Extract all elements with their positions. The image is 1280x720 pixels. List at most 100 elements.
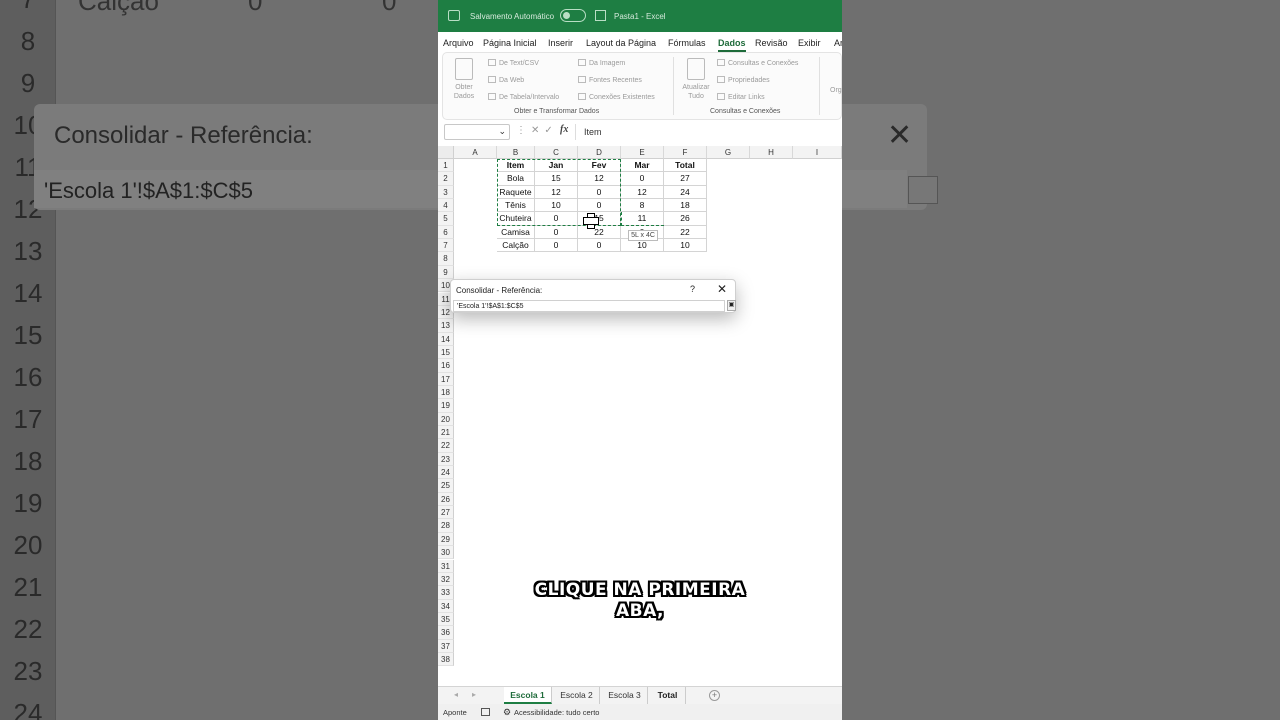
row-header[interactable]: 29 xyxy=(438,532,454,547)
tab-overflow[interactable]: Ar xyxy=(834,38,842,48)
table-cell[interactable]: 11 xyxy=(621,212,664,226)
table-cell[interactable]: 26 xyxy=(664,212,707,226)
column-header[interactable]: D xyxy=(578,146,621,159)
table-cell[interactable]: 27 xyxy=(664,172,707,186)
row-header[interactable]: 15 xyxy=(438,345,454,360)
row-header[interactable]: 1 xyxy=(438,159,454,173)
row-header[interactable]: 31 xyxy=(438,559,454,573)
column-header[interactable]: B xyxy=(497,146,535,159)
table-cell[interactable]: Raquete xyxy=(497,185,535,200)
fx-icon[interactable]: fx xyxy=(560,124,568,135)
table-cell[interactable]: Jan xyxy=(535,159,578,173)
table-cell[interactable]: 22 xyxy=(578,225,621,240)
table-cell[interactable]: 22 xyxy=(664,225,707,240)
de-text-csv-button[interactable]: De Text/CSV xyxy=(488,59,539,67)
editar-links-button[interactable]: Editar Links xyxy=(717,93,765,101)
row-header[interactable]: 38 xyxy=(438,652,454,667)
expand-dialog-icon[interactable]: ▣ xyxy=(727,300,736,311)
table-cell[interactable]: 0 xyxy=(578,239,621,253)
close-icon[interactable]: ✕ xyxy=(717,282,727,296)
table-cell[interactable]: 10 xyxy=(664,239,707,253)
tab-formulas[interactable]: Fórmulas xyxy=(668,38,706,48)
add-sheet-icon[interactable]: + xyxy=(709,690,720,701)
table-cell[interactable]: 12 xyxy=(535,185,578,200)
name-box[interactable]: ⌄ xyxy=(444,124,510,140)
table-cell[interactable]: Fev xyxy=(578,159,621,173)
table-cell[interactable]: Total xyxy=(664,159,707,173)
table-cell[interactable]: 12 xyxy=(621,185,664,200)
row-header[interactable]: 24 xyxy=(438,466,454,480)
row-header[interactable]: 8 xyxy=(438,252,454,266)
table-cell[interactable]: Camisa xyxy=(497,225,535,240)
table-cell[interactable]: 18 xyxy=(664,199,707,213)
row-header[interactable]: 21 xyxy=(438,426,454,440)
column-header[interactable]: F xyxy=(664,146,707,159)
row-header[interactable]: 36 xyxy=(438,626,454,640)
row-header[interactable]: 6 xyxy=(438,225,454,240)
atualizar-tudo-button[interactable]: Atualizar Tudo xyxy=(679,58,713,101)
select-all-corner[interactable] xyxy=(438,146,454,159)
row-header[interactable]: 5 xyxy=(438,212,454,226)
table-cell[interactable]: Tênis xyxy=(497,199,535,213)
table-cell[interactable]: 15 xyxy=(535,172,578,186)
column-header[interactable]: A xyxy=(454,146,497,159)
table-cell[interactable]: 0 xyxy=(535,212,578,226)
table-cell[interactable]: 0 xyxy=(621,172,664,186)
sheet-tab-escola-1[interactable]: Escola 1 xyxy=(504,687,552,704)
accessibility-status[interactable]: Acessibilidade: tudo certo xyxy=(514,708,599,717)
next-sheet-icon[interactable]: ▸ xyxy=(472,690,476,699)
column-header[interactable]: C xyxy=(535,146,578,159)
table-cell[interactable]: Calção xyxy=(497,239,535,253)
conexoes-existentes-button[interactable]: Conexões Existentes xyxy=(578,93,655,101)
table-cell[interactable]: 10 xyxy=(621,239,664,253)
row-header[interactable]: 37 xyxy=(438,639,454,653)
tab-exibir[interactable]: Exibir xyxy=(798,38,821,48)
row-header[interactable]: 3 xyxy=(438,185,454,200)
tab-arquivo[interactable]: Arquivo xyxy=(443,38,474,48)
row-header[interactable]: 28 xyxy=(438,519,454,533)
column-header[interactable]: H xyxy=(750,146,793,159)
table-cell[interactable]: Item xyxy=(497,159,535,173)
prev-sheet-icon[interactable]: ◂ xyxy=(454,690,458,699)
sheet-tab-escola-3[interactable]: Escola 3 xyxy=(602,687,648,704)
de-tabela-button[interactable]: De Tabela/Intervalo xyxy=(488,93,559,101)
table-cell[interactable]: Bola xyxy=(497,172,535,186)
row-header[interactable]: 30 xyxy=(438,546,454,560)
table-cell[interactable]: 0 xyxy=(535,239,578,253)
sheet-tab-escola-2[interactable]: Escola 2 xyxy=(554,687,600,704)
table-cell[interactable]: Chuteira xyxy=(497,212,535,226)
column-header[interactable]: G xyxy=(707,146,750,159)
row-header[interactable]: 25 xyxy=(438,479,454,493)
table-cell[interactable]: 0 xyxy=(578,199,621,213)
row-header[interactable]: 22 xyxy=(438,439,454,453)
row-header[interactable]: 18 xyxy=(438,385,454,400)
da-web-button[interactable]: Da Web xyxy=(488,76,524,84)
row-header[interactable]: 27 xyxy=(438,506,454,520)
table-cell[interactable]: 8 xyxy=(621,199,664,213)
table-cell[interactable]: 24 xyxy=(664,185,707,200)
fontes-recentes-button[interactable]: Fontes Recentes xyxy=(578,76,642,84)
row-header[interactable]: 2 xyxy=(438,172,454,186)
row-header[interactable]: 13 xyxy=(438,319,454,333)
tab-dados[interactable]: Dados xyxy=(718,38,746,52)
formula-input[interactable]: Item xyxy=(575,124,842,140)
consultas-conexoes-button[interactable]: Consultas e Conexões xyxy=(717,59,798,67)
autosave-toggle[interactable] xyxy=(560,9,586,22)
help-icon[interactable]: ? xyxy=(690,284,695,294)
table-cell[interactable]: Mar xyxy=(621,159,664,173)
table-cell[interactable]: 12 xyxy=(578,172,621,186)
column-header[interactable]: E xyxy=(621,146,664,159)
column-header[interactable]: I xyxy=(793,146,842,159)
tab-inserir[interactable]: Inserir xyxy=(548,38,573,48)
tab-layout-da-pagina[interactable]: Layout da Página xyxy=(586,38,656,48)
macro-record-icon[interactable] xyxy=(481,708,490,716)
da-imagem-button[interactable]: Da Imagem xyxy=(578,59,625,67)
row-header[interactable]: 9 xyxy=(438,265,454,280)
row-header[interactable]: 4 xyxy=(438,199,454,213)
row-header[interactable]: 7 xyxy=(438,239,454,253)
row-header[interactable]: 14 xyxy=(438,332,454,346)
table-cell[interactable]: 10 xyxy=(535,199,578,213)
row-header[interactable]: 19 xyxy=(438,399,454,413)
row-header[interactable]: 16 xyxy=(438,359,454,373)
row-header[interactable]: 17 xyxy=(438,372,454,386)
